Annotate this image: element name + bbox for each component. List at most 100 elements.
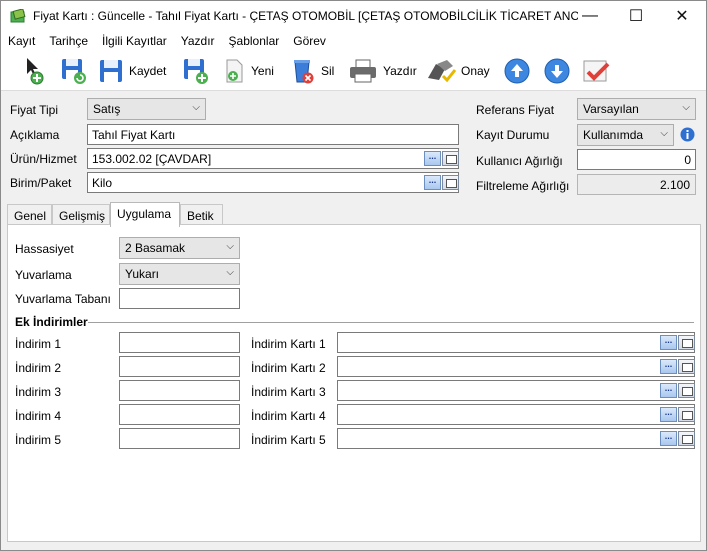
menu-sablonlar[interactable]: Şablonlar (222, 34, 287, 48)
birim-card-icon[interactable] (442, 175, 459, 190)
tab-gelismis[interactable]: Gelişmiş (52, 204, 110, 226)
tab-genel[interactable]: Genel (7, 204, 52, 226)
indirim-2-field[interactable] (119, 356, 240, 377)
minimize-button[interactable]: — (567, 1, 613, 30)
indirim-karti-3-card-icon[interactable] (678, 383, 695, 398)
save-label: Kaydet (129, 64, 167, 78)
fiyat-tipi-select[interactable]: Satış ⌵ (87, 98, 206, 120)
new-doc-icon (226, 59, 243, 83)
indirim-karti-3-lookup-button[interactable]: ... (660, 383, 677, 398)
indirim-karti-2-label: İndirim Kartı 2 (251, 361, 326, 375)
ek-indirimler-heading: Ek İndirimler (15, 315, 88, 329)
indirim-karti-4-field[interactable] (337, 404, 695, 425)
menu-kayit[interactable]: Kayıt (1, 34, 42, 48)
window-title: Fiyat Kartı : Güncelle - Tahıl Fiyat Kar… (33, 9, 578, 23)
referans-fiyat-value: Varsayılan (583, 102, 639, 116)
indirim-1-label: İndirim 1 (15, 337, 62, 351)
app-icon (10, 9, 26, 23)
tab-uygulama[interactable]: Uygulama (110, 202, 180, 227)
indirim-karti-5-card-icon[interactable] (678, 431, 695, 446)
urun-card-icon[interactable] (442, 151, 459, 166)
indirim-karti-1-lookup-button[interactable]: ... (660, 335, 677, 350)
indirim-4-label: İndirim 4 (15, 409, 62, 423)
approve-button[interactable]: Onay (425, 55, 490, 87)
indirim-5-label: İndirim 5 (15, 433, 62, 447)
info-icon[interactable] (680, 127, 695, 142)
menu-bar: Kayıt Tarihçe İlgili Kayıtlar Yazdır Şab… (1, 31, 706, 51)
approve-icon (428, 60, 457, 83)
delete-button[interactable]: Sil (289, 55, 334, 87)
section-divider (88, 322, 694, 323)
yuvarlama-select[interactable]: Yukarı ⌵ (119, 263, 240, 285)
indirim-5-field[interactable] (119, 428, 240, 449)
chevron-down-icon: ⌵ (192, 102, 200, 113)
new-icon (27, 58, 44, 85)
yuvarlama-label: Yuvarlama (15, 268, 72, 282)
indirim-karti-4-card-icon[interactable] (678, 407, 695, 422)
urun-hizmet-field[interactable]: 153.002.02 [ÇAVDAR] (87, 148, 459, 169)
save-new-button[interactable] (181, 55, 211, 87)
checklist-icon (583, 60, 610, 82)
hassasiyet-select[interactable]: 2 Basamak ⌵ (119, 237, 240, 259)
indirim-karti-2-card-icon[interactable] (678, 359, 695, 374)
indirim-4-field[interactable] (119, 404, 240, 425)
new-record-button[interactable] (23, 55, 49, 87)
aciklama-field[interactable]: Tahıl Fiyat Kartı (87, 124, 459, 145)
arrow-up-icon (504, 58, 530, 84)
toolbar: Kaydet Yeni Sil Yazdır Onay (1, 51, 706, 91)
indirim-karti-4-lookup-button[interactable]: ... (660, 407, 677, 422)
indirim-karti-2-lookup-button[interactable]: ... (660, 359, 677, 374)
save-icon (100, 60, 122, 82)
indirim-karti-5-lookup-button[interactable]: ... (660, 431, 677, 446)
birim-paket-label: Birim/Paket (10, 176, 72, 190)
title-bar[interactable]: Fiyat Kartı : Güncelle - Tahıl Fiyat Kar… (1, 1, 706, 31)
arrow-down-icon (544, 58, 570, 84)
urun-hizmet-label: Ürün/Hizmet (10, 152, 77, 166)
printer-icon (350, 59, 376, 83)
urun-lookup-button[interactable]: ... (424, 151, 441, 166)
kullanici-agirligi-field[interactable]: 0 (577, 149, 696, 170)
tab-betik[interactable]: Betik (180, 204, 223, 226)
indirim-karti-5-field[interactable] (337, 428, 695, 449)
save-button[interactable]: Kaydet (97, 55, 166, 87)
urun-hizmet-value: 153.002.02 [ÇAVDAR] (92, 152, 212, 166)
print-button[interactable]: Yazdır (347, 55, 417, 87)
indirim-1-field[interactable] (119, 332, 240, 353)
checklist-button[interactable] (581, 55, 613, 87)
uygulama-panel: Hassasiyet 2 Basamak ⌵ Yuvarlama Yukarı ⌵ … (7, 224, 701, 542)
birim-paket-value: Kilo (92, 176, 113, 190)
menu-gorev[interactable]: Görev (286, 34, 333, 48)
indirim-3-field[interactable] (119, 380, 240, 401)
indirim-karti-1-field[interactable] (337, 332, 695, 353)
move-down-button[interactable] (542, 55, 572, 87)
save-refresh-icon (62, 59, 86, 84)
maximize-button[interactable]: ☐ (613, 1, 659, 30)
fiyat-tipi-label: Fiyat Tipi (10, 103, 59, 117)
menu-yazdir[interactable]: Yazdır (174, 34, 222, 48)
close-button[interactable]: ✕ (659, 1, 705, 30)
chevron-down-icon: ⌵ (226, 241, 234, 252)
yuvarlama-tabani-field[interactable] (119, 288, 240, 309)
indirim-karti-1-label: İndirim Kartı 1 (251, 337, 326, 351)
indirim-karti-4-label: İndirim Kartı 4 (251, 409, 326, 423)
kayit-durumu-label: Kayıt Durumu (476, 128, 550, 142)
chevron-down-icon: ⌵ (682, 102, 690, 113)
birim-lookup-button[interactable]: ... (424, 175, 441, 190)
referans-fiyat-label: Referans Fiyat (476, 103, 555, 117)
chevron-down-icon: ⌵ (660, 128, 668, 139)
indirim-karti-3-field[interactable] (337, 380, 695, 401)
hassasiyet-value: 2 Basamak (125, 241, 186, 255)
move-up-button[interactable] (502, 55, 532, 87)
fiyat-tipi-value: Satış (93, 102, 121, 116)
birim-paket-field[interactable]: Kilo (87, 172, 459, 193)
new-button[interactable]: Yeni (223, 55, 274, 87)
menu-tarihce[interactable]: Tarihçe (42, 34, 95, 48)
kayit-durumu-select[interactable]: Kullanımda ⌵ (577, 124, 674, 146)
indirim-karti-1-card-icon[interactable] (678, 335, 695, 350)
menu-ilgili-kayitlar[interactable]: İlgili Kayıtlar (95, 34, 174, 48)
aciklama-label: Açıklama (10, 128, 60, 142)
save-refresh-button[interactable] (59, 55, 89, 87)
filtreleme-agirligi-label: Filtreleme Ağırlığı (476, 179, 570, 193)
indirim-karti-2-field[interactable] (337, 356, 695, 377)
referans-fiyat-select[interactable]: Varsayılan ⌵ (577, 98, 696, 120)
